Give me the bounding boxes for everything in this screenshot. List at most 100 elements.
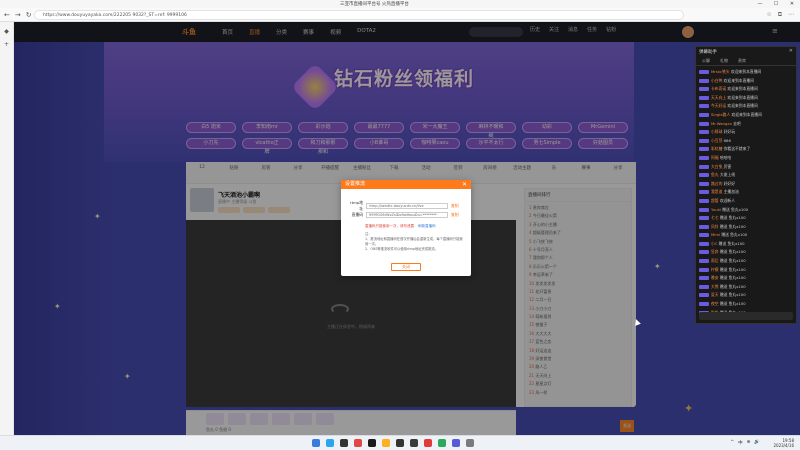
chat-message[interactable]: 七七 赠送 鱼丸x100 [699,214,793,223]
chat-username[interactable]: Single路人 [711,112,730,117]
taskbar-app-icon[interactable] [438,439,446,447]
chat-username[interactable]: 路过的 [711,181,722,186]
taskbar-app-icon[interactable] [326,439,334,447]
tray-overflow-icon[interactable]: ^ [730,440,734,446]
chat-username[interactable]: 柠檬 [711,267,719,272]
chat-username[interactable]: 狂奔 [711,249,719,254]
chat-message[interactable]: 阿福 哈哈哈 [699,154,793,163]
chat-tab-gift[interactable]: 礼物 [720,58,728,64]
network-icon[interactable]: ⊕ [747,440,751,446]
chat-message[interactable]: 柠檬 赠送 鱼丸x100 [699,266,793,275]
chat-message[interactable]: Single路人 欢迎来到本直播间 [699,111,793,120]
ime-icon[interactable]: 中 [738,440,743,446]
rtmp-copy-button[interactable]: 复制 [451,203,459,209]
chat-message[interactable]: 小白鸭 欢迎来到本直播间 [699,77,793,86]
chat-username[interactable]: 今天好运 [711,103,726,108]
back-icon[interactable]: ← [4,11,10,19]
favorite-icon[interactable]: ☆ [766,11,771,19]
chat-tab-public[interactable]: 公聊 [702,58,710,64]
forward-icon[interactable]: → [15,11,21,19]
taskbar-app-icon[interactable] [340,439,348,447]
dialog-title: 设置推流 [345,181,366,187]
refresh-key-link[interactable]: 刷新直播码 [418,224,436,228]
reload-icon[interactable]: ↻ [26,11,32,19]
chat-tab-vip[interactable]: 贵宾 [738,58,746,64]
chat-username[interactable]: 阿福 [711,155,719,160]
chat-message[interactable]: 大白兔 厉害 [699,163,793,172]
chat-message[interactable]: Mrskc铁头 欢迎来到本直播间 [699,68,793,77]
chat-username[interactable]: 小白鸭 [711,78,722,83]
chat-username[interactable]: 小豆芽 [711,138,722,143]
chat-message[interactable]: Mimi 赠送 鱼丸x100 [699,231,793,240]
chat-close-icon[interactable]: ✕ [789,48,793,54]
chat-username[interactable]: 我是谁 [711,189,722,194]
chat-username[interactable]: Mimi [711,232,720,237]
taskbar-app-icon[interactable] [466,439,474,447]
chat-message[interactable]: 小C 赠送 鱼丸x100 [699,240,793,249]
chat-username[interactable]: 雨后 [711,258,719,263]
minimize-icon[interactable]: — [752,0,768,8]
chat-username[interactable]: 夏天 [711,292,719,297]
more-icon[interactable]: ⋯ [788,11,794,19]
taskbar-app-icon[interactable] [452,439,460,447]
chat-message[interactable]: 夏天 赠送 鱼丸x100 [699,291,793,300]
chat-username[interactable]: 风铃 [711,224,719,229]
taskbar-app-icon[interactable] [382,439,390,447]
stream-key-field[interactable]: 9999106rWxZsIDo9wYaouDu=******** [366,212,448,218]
sidebar-app-icon[interactable]: ◆ [0,28,13,35]
taskbar-app-icon[interactable] [424,439,432,447]
collections-icon[interactable]: ⧉ [778,11,782,19]
chat-message[interactable]: Yuuki 赠送 鱼丸x100 [699,206,793,215]
chat-message[interactable]: Mr.Wangxx 去吧 [699,120,793,129]
taskbar-app-icon[interactable] [368,439,376,447]
taskbar-app-icon[interactable] [354,439,362,447]
sidebar-add-icon[interactable]: + [0,41,13,48]
chat-username[interactable]: 卡布奇诺 [711,86,726,91]
rtmp-label: rtmp地址 [350,200,363,211]
chat-input[interactable] [699,312,793,320]
chat-username[interactable]: 天天向上 [711,95,726,100]
chat-username[interactable]: Yuuki [711,207,721,212]
stream-key-copy-button[interactable]: 复制 [451,212,459,218]
chat-username[interactable]: 大熊 [711,284,719,289]
chat-message[interactable]: 小胖球 好好玩 [699,128,793,137]
chat-message[interactable]: 风铃 赠送 鱼丸x100 [699,223,793,232]
chat-message[interactable]: 今天好运 欢迎来到本直播间 [699,102,793,111]
address-bar[interactable]: https://www.douyuyayaka.com/222205 9032?… [34,10,684,20]
chat-message[interactable]: 大熊 赠送 鱼丸x100 [699,283,793,292]
chat-username[interactable]: 大白兔 [711,164,722,169]
chat-message[interactable]: 晚安 赠送 鱼丸x100 [699,274,793,283]
dialog-close-icon[interactable]: ✕ [462,180,467,189]
system-clock[interactable]: 19:58 2023/4/16 [773,438,794,448]
chat-username[interactable]: Mr.Wangxx [711,121,732,126]
taskbar-app-icon[interactable] [410,439,418,447]
maximize-icon[interactable]: ☐ [768,0,784,8]
chat-username[interactable]: 小胖球 [711,129,722,134]
taskbar-app-icon[interactable] [312,439,320,447]
chat-message[interactable]: 彩虹糖 你看这不就来了 [699,145,793,154]
chat-text: 哈哈哈 [719,154,732,160]
chat-username[interactable]: 彩虹糖 [711,146,722,151]
close-icon[interactable]: ✕ [784,0,800,8]
chat-username[interactable]: 晚安 [711,275,719,280]
chat-username[interactable]: Mrskc铁头 [711,69,730,74]
chat-username[interactable]: 夜空 [711,301,719,306]
dialog-close-button[interactable]: 关闭 [391,263,421,271]
chat-message[interactable]: 雨后 赠送 鱼丸x100 [699,257,793,266]
chat-message[interactable]: 我是谁 主播加油 [699,188,793,197]
chat-username[interactable]: 超管 [711,198,719,203]
chat-message[interactable]: 小豆芽 666 [699,137,793,146]
chat-message[interactable]: 狂奔 赠送 鱼丸x100 [699,248,793,257]
chat-message[interactable]: 路过的 好好好 [699,180,793,189]
chat-username[interactable]: 七七 [711,215,719,220]
chat-username[interactable]: 小C [711,241,717,246]
chat-message[interactable]: 卡布奇诺 欢迎来到本直播间 [699,85,793,94]
chat-message[interactable]: 鱼丸 大佬上线 [699,171,793,180]
rtmp-address-field[interactable]: rtmp://sendtc.douyucdn.cn/live [366,203,448,209]
chat-message[interactable]: 超管 欢迎新人 [699,197,793,206]
volume-icon[interactable]: 🔊 [754,440,760,446]
chat-username[interactable]: 鱼丸 [711,172,719,177]
taskbar-app-icon[interactable] [396,439,404,447]
chat-message[interactable]: 天天向上 欢迎来到本直播间 [699,94,793,103]
chat-message[interactable]: 夜空 赠送 鱼丸x100 [699,300,793,309]
